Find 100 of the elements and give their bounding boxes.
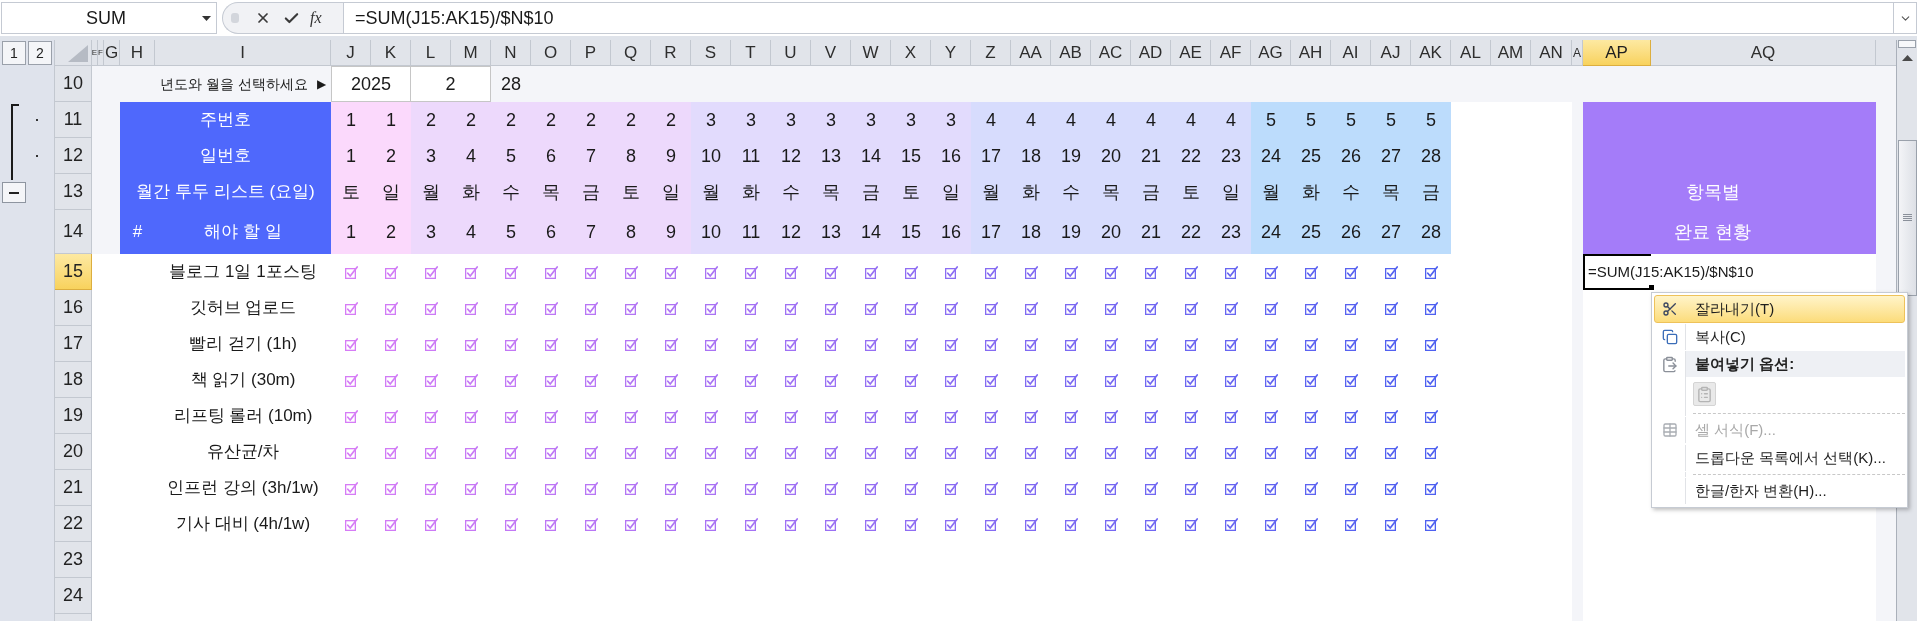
row-header[interactable]: 18 — [55, 362, 92, 398]
column-header[interactable]: AI — [1331, 40, 1371, 66]
task-name: 책 읽기 (30m) — [190, 369, 296, 392]
select-all-button[interactable] — [55, 40, 92, 66]
column-header[interactable]: Z — [971, 40, 1011, 66]
weekday-heading: 월간 투두 리스트 (요일) — [136, 181, 315, 204]
column-header[interactable]: AM — [1491, 40, 1531, 66]
column-header[interactable]: AA — [1011, 40, 1051, 66]
month-field[interactable]: 2 — [411, 66, 491, 102]
column-header[interactable]: AF — [1211, 40, 1251, 66]
menu-item[interactable]: 잘라내기(T) — [1654, 295, 1905, 323]
column-header[interactable]: AG — [1251, 40, 1291, 66]
column-header[interactable]: AN — [1531, 40, 1572, 66]
column-header[interactable]: AD — [1131, 40, 1171, 66]
scrollbar-thumb[interactable] — [1897, 140, 1917, 296]
day-index: 11 — [741, 220, 761, 244]
active-cell-editor[interactable]: =SUM(J15:AK15)/$N$10 — [1583, 254, 1756, 290]
task-name: 리프팅 롤러 (10m) — [173, 405, 313, 428]
column-header[interactable]: W — [851, 40, 891, 66]
column-header[interactable]: M — [451, 40, 491, 66]
menu-item[interactable]: 드롭다운 목록에서 선택(K)... — [1654, 444, 1905, 472]
row-header[interactable]: 17 — [55, 326, 92, 362]
column-header[interactable]: L — [411, 40, 451, 66]
collapse-button[interactable] — [2, 182, 26, 203]
outline-level-button[interactable]: 1 — [2, 41, 26, 65]
column-header[interactable]: T — [731, 40, 771, 66]
column-header[interactable]: Q — [611, 40, 651, 66]
day-index: 19 — [1061, 220, 1081, 244]
grip-icon[interactable] — [231, 13, 239, 23]
column-header[interactable]: AB — [1051, 40, 1091, 66]
weekday-label: 금 — [582, 180, 600, 204]
row-header[interactable]: 19 — [55, 398, 92, 434]
row-header[interactable]: 15 — [55, 254, 92, 290]
column-header[interactable]: N — [491, 40, 531, 66]
day-index: 21 — [1141, 220, 1161, 244]
column-header[interactable]: J — [331, 40, 371, 66]
column-header[interactable]: AJ — [1371, 40, 1411, 66]
week-number: 3 — [706, 108, 716, 132]
outline-level-button[interactable]: 2 — [28, 41, 52, 65]
row-header[interactable]: 23 — [55, 542, 92, 578]
column-header[interactable]: K — [371, 40, 411, 66]
day-index: 9 — [666, 220, 676, 244]
row-header[interactable]: 24 — [55, 578, 92, 614]
column-header[interactable]: AQ — [1651, 40, 1876, 66]
row-header[interactable]: 20 — [55, 434, 92, 470]
week-label: 주번호 — [200, 109, 251, 132]
day-number: 5 — [506, 144, 516, 168]
name-box[interactable]: SUM — [1, 2, 217, 34]
row-header[interactable]: 22 — [55, 506, 92, 542]
week-number: 5 — [1426, 108, 1436, 132]
clipboard-icon — [1696, 385, 1713, 403]
week-number: 2 — [426, 108, 436, 132]
day-number: 7 — [586, 144, 596, 168]
column-header[interactable]: Y — [931, 40, 971, 66]
expand-button[interactable] — [1894, 2, 1917, 34]
column-header[interactable]: X — [891, 40, 931, 66]
day-number: 19 — [1061, 144, 1081, 168]
weekday-label: 화 — [742, 180, 760, 204]
function-button[interactable]: fx — [310, 6, 322, 30]
formula-input[interactable]: =SUM(J15:AK15)/$N$10 — [343, 2, 1894, 34]
menu-item[interactable]: 한글/한자 변환(H)... — [1654, 477, 1905, 505]
column-header[interactable]: AH — [1291, 40, 1331, 66]
column-header[interactable]: G — [104, 40, 120, 66]
split-handle[interactable] — [1898, 40, 1916, 48]
column-header[interactable]: I — [155, 40, 331, 66]
row-header[interactable]: 16 — [55, 290, 92, 326]
column-header[interactable]: F — [98, 40, 104, 66]
day-index: 13 — [821, 220, 841, 244]
menu-item[interactable]: 복사(C) — [1654, 323, 1905, 351]
column-header[interactable]: R — [651, 40, 691, 66]
column-header[interactable]: AL — [1451, 40, 1491, 66]
row-header[interactable]: 21 — [55, 470, 92, 506]
weekday-label: 월 — [982, 180, 1000, 204]
day-index: 18 — [1021, 220, 1041, 244]
column-header[interactable] — [1876, 40, 1896, 66]
day-index: 14 — [861, 220, 881, 244]
column-header[interactable]: O — [531, 40, 571, 66]
weekday-label: 목 — [1102, 180, 1120, 204]
column-header[interactable]: P — [571, 40, 611, 66]
column-header[interactable]: H — [120, 40, 155, 66]
day-number: 4 — [466, 144, 476, 168]
summary-heading: 완료 현황 — [1674, 220, 1751, 244]
scroll-up-icon[interactable] — [1901, 55, 1913, 61]
year-field[interactable]: 2025 — [331, 66, 411, 102]
week-number: 3 — [866, 108, 876, 132]
column-header[interactable]: S — [691, 40, 731, 66]
day-index: 5 — [506, 220, 516, 244]
caret-down-icon[interactable] — [202, 15, 211, 21]
day-label: 일번호 — [200, 145, 251, 168]
week-number: 4 — [1106, 108, 1116, 132]
task-name: 깃허브 업로드 — [189, 297, 297, 320]
column-header[interactable]: U — [771, 40, 811, 66]
column-header[interactable]: AC — [1091, 40, 1131, 66]
number-sign: # — [132, 221, 143, 244]
cross-icon[interactable] — [255, 10, 271, 26]
column-header[interactable]: V — [811, 40, 851, 66]
column-header[interactable]: AE — [1171, 40, 1211, 66]
summary-heading: 항목별 — [1685, 180, 1740, 204]
column-header[interactable]: AP — [1583, 40, 1651, 66]
column-header[interactable]: AK — [1411, 40, 1451, 66]
